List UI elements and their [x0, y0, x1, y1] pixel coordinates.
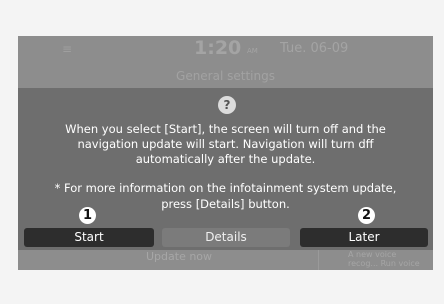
- voice-recognition-item: A new voice recog... Run voice recog...: [348, 250, 420, 270]
- question-icon: ?: [218, 96, 236, 114]
- note-line: * For more information on the infotainme…: [54, 181, 397, 195]
- message-line: When you select [Start], the screen will…: [65, 122, 386, 136]
- later-button[interactable]: Later: [300, 228, 428, 247]
- infotainment-screen: ≡ 1:20 AM Tue. 06-09 General settings Up…: [18, 36, 433, 270]
- callout-1: 1: [79, 207, 96, 224]
- update-now-item: Update now: [146, 250, 213, 263]
- screen-title: General settings: [176, 69, 275, 83]
- menu-icon[interactable]: ≡: [62, 42, 72, 56]
- details-button[interactable]: Details: [162, 228, 290, 247]
- callout-2: 2: [358, 207, 375, 224]
- status-bar: ≡ 1:20 AM Tue. 06-09: [18, 36, 433, 64]
- clock-time: 1:20: [194, 37, 242, 59]
- dialog-message: When you select [Start], the screen will…: [18, 122, 433, 167]
- clock-date: Tue. 06-09: [280, 41, 349, 56]
- start-button[interactable]: Start: [24, 228, 154, 247]
- update-confirm-dialog: ? When you select [Start], the screen wi…: [18, 88, 433, 250]
- message-line: navigation update will start. Navigation…: [77, 137, 374, 151]
- message-line: automatically after the update.: [135, 152, 316, 166]
- clock-ampm: AM: [247, 47, 258, 55]
